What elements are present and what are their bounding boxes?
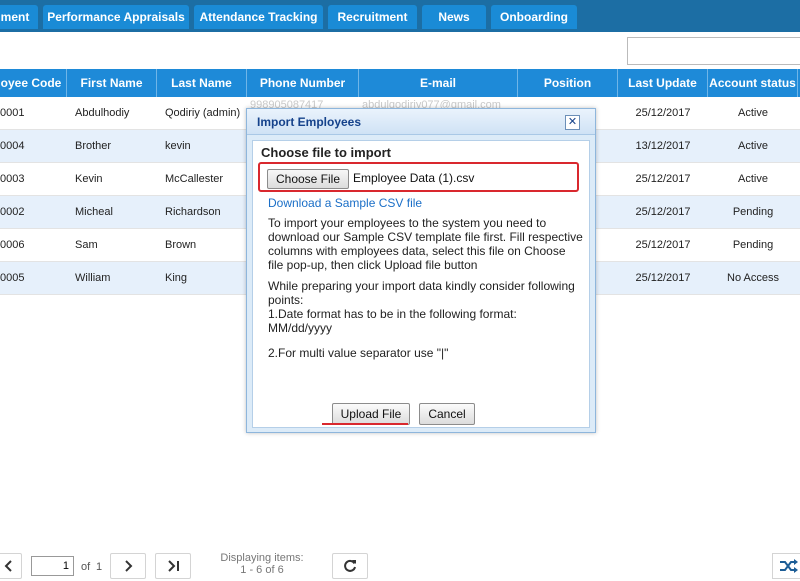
pager-total-pages: 1 [96, 561, 103, 573]
tab-management[interactable]: ment [0, 5, 38, 29]
chevron-right-icon [125, 560, 133, 572]
cell-employee-code: 0006 [0, 239, 25, 251]
cell-account-status: Active [738, 140, 768, 152]
cell-employee-code: 0005 [0, 272, 25, 284]
prev-page-button[interactable] [0, 553, 22, 579]
cell-first-name: Micheal [75, 206, 113, 218]
cell-first-name: Kevin [75, 173, 103, 185]
tab-recruitment[interactable]: Recruitment [328, 5, 417, 29]
upload-file-button[interactable]: Upload File [332, 403, 410, 425]
chevron-last-icon [168, 560, 179, 572]
cell-last-update: 25/12/2017 [635, 107, 691, 119]
cell-last-name: Richardson [165, 206, 221, 218]
download-sample-csv-link[interactable]: Download a Sample CSV file [268, 196, 422, 210]
separator-note: 2.For multi value separator use "|" [268, 346, 449, 360]
app-window: ment Performance Appraisals Attendance T… [0, 0, 800, 581]
cell-last-update: 13/12/2017 [635, 140, 691, 152]
cell-account-status: Active [738, 173, 768, 185]
cell-account-status: Pending [732, 206, 774, 218]
dialog-title: Import Employees [257, 115, 362, 129]
selected-file-name: Employee Data (1).csv [353, 171, 475, 185]
cell-first-name: Brother [75, 140, 112, 152]
import-considerations: While preparing your import data kindly … [268, 279, 575, 307]
choose-file-button[interactable]: Choose File [267, 169, 349, 189]
header-last-name[interactable]: Last Name [157, 69, 247, 97]
dialog-title-bar[interactable]: Import Employees ✕ [247, 109, 595, 135]
display-items-info: Displaying items: 1 - 6 of 6 [212, 552, 312, 576]
import-instructions: To import your employees to the system y… [268, 216, 583, 272]
refresh-button[interactable] [332, 553, 368, 579]
tab-performance-appraisals[interactable]: Performance Appraisals [43, 5, 189, 29]
cell-account-status: No Access [727, 272, 779, 284]
header-last-update[interactable]: Last Update [618, 69, 708, 97]
date-format-note: 1.Date format has to be in the following… [268, 307, 517, 335]
pager-of-label: of [81, 561, 91, 573]
next-page-button[interactable] [110, 553, 146, 579]
cell-employee-code: 0004 [0, 140, 25, 152]
header-first-name[interactable]: First Name [67, 69, 157, 97]
tab-news[interactable]: News [422, 5, 486, 29]
import-employees-dialog: Import Employees ✕ Choose file to import… [246, 108, 596, 433]
cell-account-status: Active [738, 107, 768, 119]
cell-first-name: Sam [75, 239, 98, 251]
cell-last-name: Qodiriy (admin) [165, 107, 241, 119]
cell-employee-code: 0001 [0, 107, 25, 119]
cell-last-name: King [165, 272, 188, 284]
cell-last-update: 25/12/2017 [635, 272, 691, 284]
cancel-button[interactable]: Cancel [419, 403, 475, 425]
tab-onboarding[interactable]: Onboarding [491, 5, 577, 29]
dialog-body: Choose file to import Choose File Employ… [252, 140, 590, 428]
last-page-button[interactable] [155, 553, 191, 579]
cell-last-update: 25/12/2017 [635, 173, 691, 185]
cell-last-name: Brown [165, 239, 197, 251]
display-items-range: 1 - 6 of 6 [240, 564, 284, 576]
cell-first-name: Abdulhodiy [75, 107, 130, 119]
cell-employee-code: 0003 [0, 173, 25, 185]
choose-file-heading: Choose file to import [261, 145, 391, 160]
refresh-icon [344, 559, 356, 572]
shuffle-icon [780, 559, 798, 573]
cell-first-name: William [75, 272, 111, 284]
cell-last-update: 25/12/2017 [635, 239, 691, 251]
close-icon[interactable]: ✕ [565, 115, 580, 130]
chevron-left-icon [4, 560, 12, 572]
page-number-input[interactable] [31, 556, 74, 576]
cell-account-status: Pending [732, 239, 774, 251]
cell-last-update: 25/12/2017 [635, 206, 691, 218]
shuffle-button[interactable] [772, 553, 800, 579]
top-nav-bar: ment Performance Appraisals Attendance T… [0, 0, 800, 32]
search-input[interactable] [627, 37, 800, 65]
upload-button-underline [322, 423, 408, 425]
cell-employee-code: 0002 [0, 206, 25, 218]
cell-last-name: McCallester [165, 173, 224, 185]
header-account-status[interactable]: Account status [708, 69, 798, 97]
display-items-label: Displaying items: [220, 552, 304, 564]
cell-last-name: kevin [165, 140, 191, 152]
header-position[interactable]: Position [518, 69, 618, 97]
tab-attendance-tracking[interactable]: Attendance Tracking [194, 5, 323, 29]
header-employee-code[interactable]: oyee Code [0, 69, 67, 97]
